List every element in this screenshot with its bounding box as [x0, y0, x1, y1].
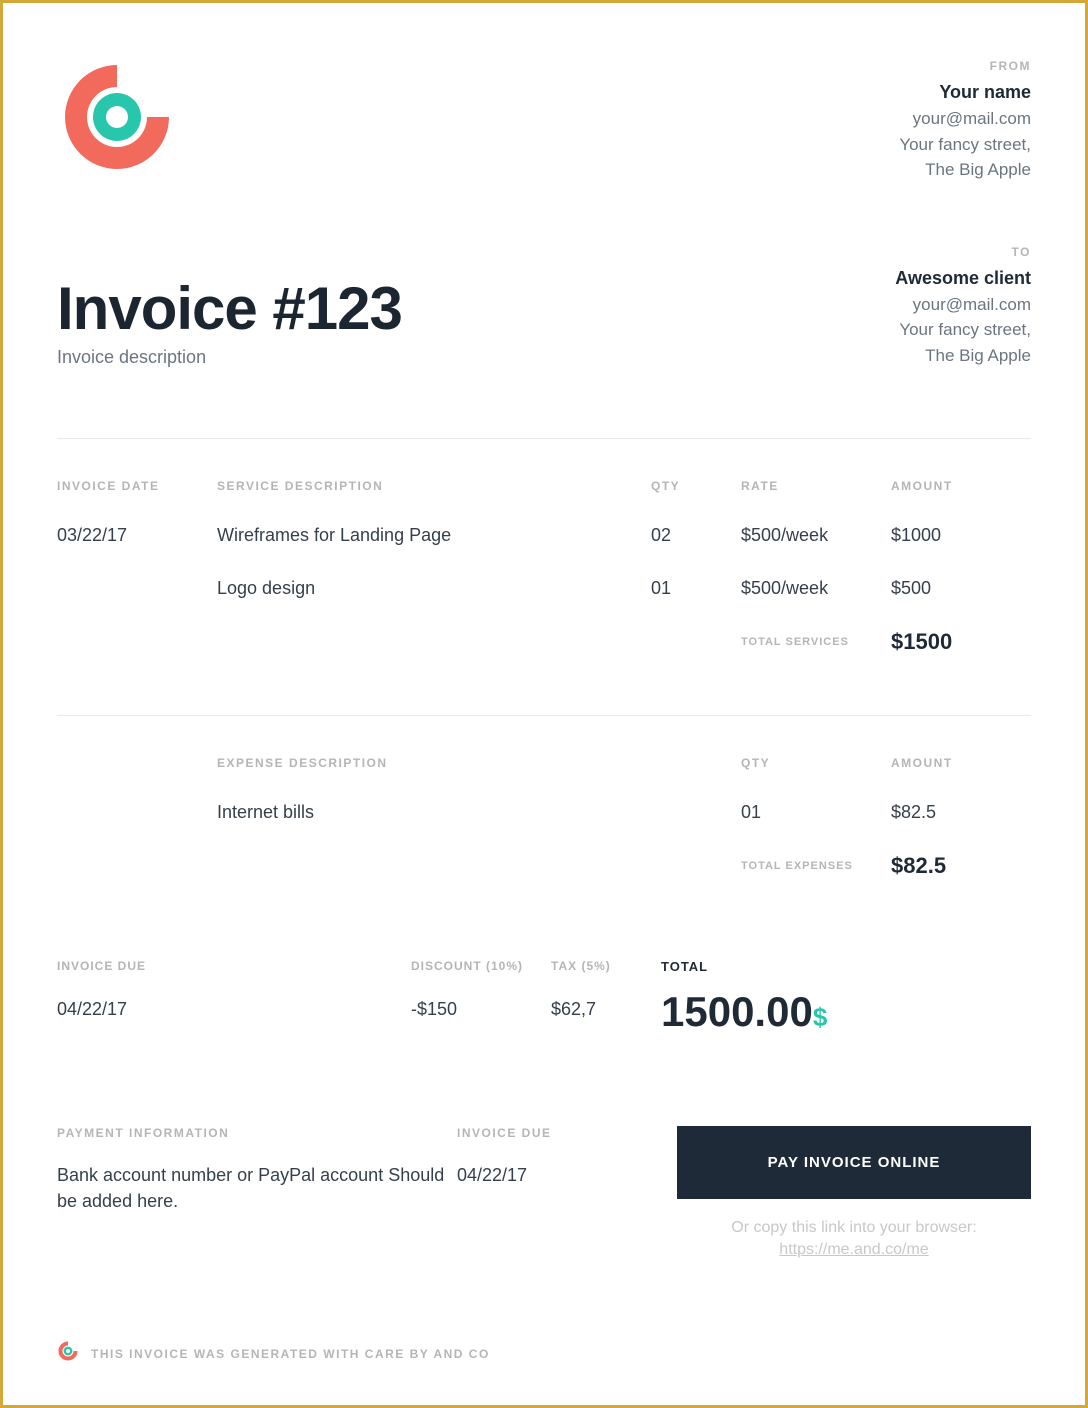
- from-name: Your name: [899, 79, 1031, 106]
- total-label: TOTAL: [661, 959, 1031, 974]
- expenses-total-label: TOTAL EXPENSES: [741, 860, 891, 872]
- expenses-total: $82.5: [891, 853, 1031, 879]
- expense-desc: Internet bills: [217, 802, 651, 823]
- from-street: Your fancy street,: [899, 132, 1031, 158]
- payment-due-value: 04/22/17: [457, 1162, 677, 1188]
- footer-logo-icon: [57, 1340, 79, 1367]
- services-table: INVOICE DATE SERVICE DESCRIPTION QTY RAT…: [57, 439, 1031, 599]
- totals-row: INVOICE DUE 04/22/17 DISCOUNT (10%) -$15…: [57, 959, 1031, 1036]
- copy-link-text: Or copy this link into your browser: htt…: [677, 1217, 1031, 1262]
- total-currency: $: [813, 1002, 827, 1032]
- copy-link-prefix: Or copy this link into your browser:: [731, 1219, 976, 1236]
- service-qty: 02: [651, 525, 741, 546]
- col-amount: AMOUNT: [891, 479, 1031, 493]
- payment-info-label: PAYMENT INFORMATION: [57, 1126, 457, 1140]
- to-block: TO Awesome client your@mail.com Your fan…: [895, 243, 1031, 369]
- services-total-label: TOTAL SERVICES: [741, 636, 891, 648]
- services-total-row: TOTAL SERVICES $1500: [57, 629, 1031, 655]
- expense-qty: 01: [741, 802, 891, 823]
- col-amount: AMOUNT: [891, 756, 1031, 770]
- service-rate: $500/week: [741, 578, 891, 599]
- total-amount: 1500.00$: [661, 988, 1031, 1036]
- to-label: TO: [895, 243, 1031, 261]
- from-email: your@mail.com: [899, 106, 1031, 132]
- service-rate: $500/week: [741, 525, 891, 546]
- service-qty: 01: [651, 578, 741, 599]
- invoice-due-label: INVOICE DUE: [57, 959, 217, 973]
- service-amount: $1000: [891, 525, 1031, 546]
- to-email: your@mail.com: [895, 292, 1031, 318]
- tax-label: TAX (5%): [551, 959, 661, 973]
- expenses-table: EXPENSE DESCRIPTION QTY AMOUNT Internet …: [57, 716, 1031, 823]
- service-desc: Logo design: [217, 578, 651, 599]
- to-street: Your fancy street,: [895, 317, 1031, 343]
- from-label: FROM: [899, 57, 1031, 75]
- expense-amount: $82.5: [891, 802, 1031, 823]
- invoice-date-label: INVOICE DATE: [57, 479, 217, 493]
- footer: THIS INVOICE WAS GENERATED WITH CARE BY …: [57, 1340, 490, 1367]
- footer-text: THIS INVOICE WAS GENERATED WITH CARE BY …: [91, 1347, 490, 1361]
- services-total: $1500: [891, 629, 1031, 655]
- payment-section: PAYMENT INFORMATION Bank account number …: [57, 1126, 1031, 1262]
- invoice-title: Invoice #123: [57, 279, 402, 339]
- col-qty: QTY: [651, 479, 741, 493]
- total-number: 1500.00: [661, 988, 813, 1035]
- payment-due-label: INVOICE DUE: [457, 1126, 677, 1140]
- col-expense-desc: EXPENSE DESCRIPTION: [217, 756, 651, 770]
- copy-link[interactable]: https://me.and.co/me: [779, 1241, 928, 1258]
- invoice-due: 04/22/17: [57, 999, 217, 1020]
- invoice-title-block: Invoice #123 Invoice description: [57, 279, 402, 368]
- from-city: The Big Apple: [899, 157, 1031, 183]
- pay-invoice-button[interactable]: PAY INVOICE ONLINE: [677, 1126, 1031, 1199]
- col-qty: QTY: [741, 756, 891, 770]
- to-name: Awesome client: [895, 265, 1031, 292]
- col-service-desc: SERVICE DESCRIPTION: [217, 479, 651, 493]
- to-city: The Big Apple: [895, 343, 1031, 369]
- payment-info-body: Bank account number or PayPal account Sh…: [57, 1162, 457, 1214]
- col-rate: RATE: [741, 479, 891, 493]
- service-desc: Wireframes for Landing Page: [217, 525, 651, 546]
- tax-value: $62,7: [551, 999, 661, 1020]
- service-amount: $500: [891, 578, 1031, 599]
- discount-label: DISCOUNT (10%): [411, 959, 551, 973]
- brand-logo: [57, 57, 177, 183]
- invoice-date: 03/22/17: [57, 525, 217, 546]
- from-block: FROM Your name your@mail.com Your fancy …: [899, 57, 1031, 183]
- invoice-description: Invoice description: [57, 347, 402, 368]
- discount-value: -$150: [411, 999, 551, 1020]
- expenses-total-row: TOTAL EXPENSES $82.5: [57, 853, 1031, 879]
